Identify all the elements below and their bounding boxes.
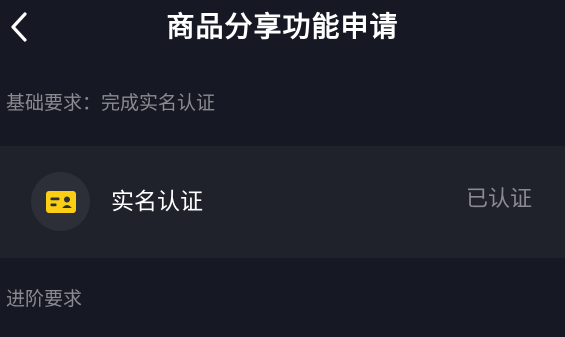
id-card-icon — [45, 190, 76, 213]
advanced-requirement-label: 进阶要求 — [6, 288, 83, 310]
page-title: 商品分享功能申请 — [166, 10, 399, 43]
header-bar: 商品分享功能申请 — [0, 0, 565, 56]
verification-label: 实名认证 — [111, 189, 203, 215]
basic-requirement-label: 基础要求：完成实名认证 — [6, 92, 216, 114]
real-name-verification-item[interactable]: 实名认证 已认证 — [0, 146, 565, 258]
verification-status: 已认证 — [465, 187, 532, 212]
id-card-icon-container — [31, 172, 90, 231]
